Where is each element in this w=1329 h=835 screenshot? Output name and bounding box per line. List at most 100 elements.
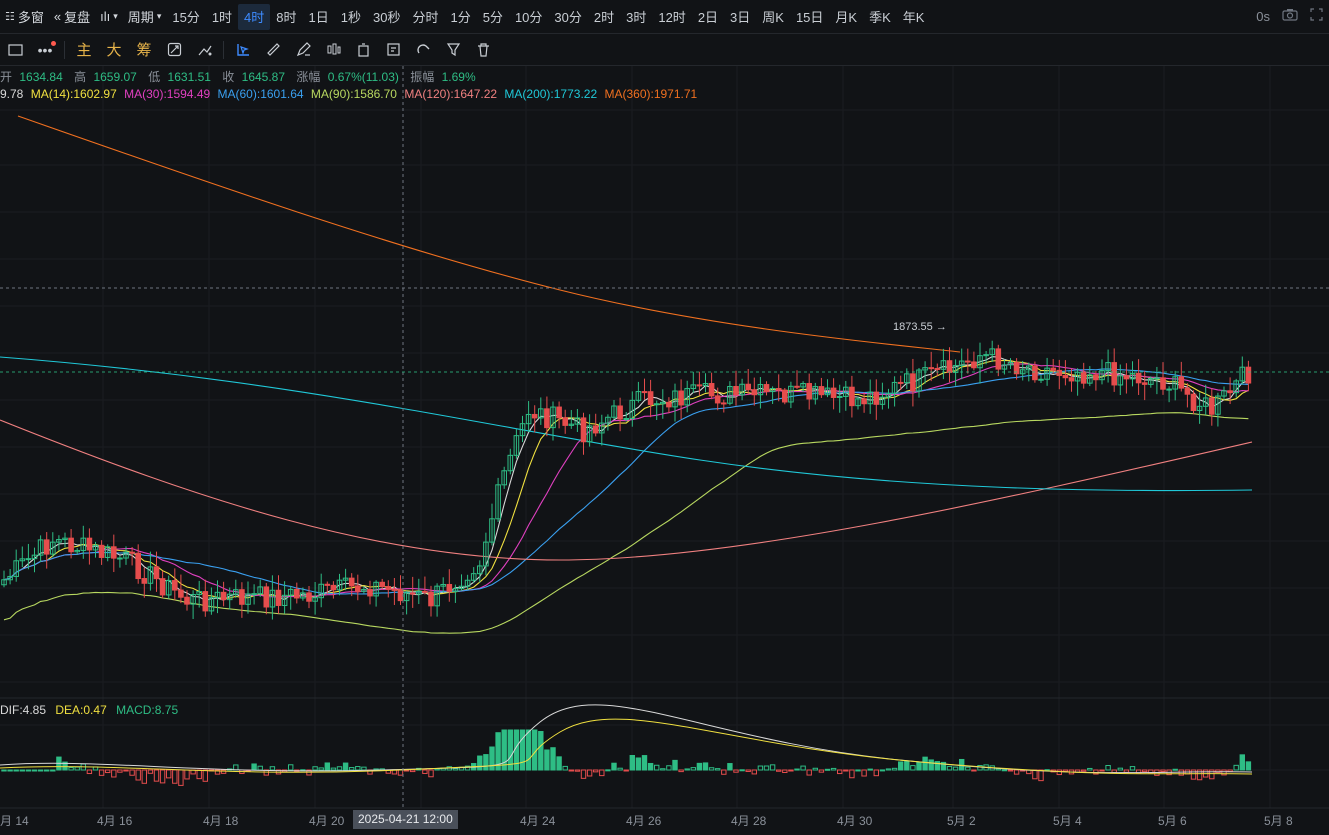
cursor-icon[interactable] <box>228 36 258 64</box>
candle-body <box>263 586 270 608</box>
timeframe-14[interactable]: 12时 <box>652 4 691 30</box>
timeframe-12[interactable]: 2时 <box>588 4 620 30</box>
fullscreen-icon[interactable] <box>1310 8 1323 24</box>
compare-icon[interactable] <box>159 36 189 64</box>
macd-bar <box>153 769 160 782</box>
period-label: 周期 <box>127 10 154 25</box>
candle-body <box>592 425 599 434</box>
chart-type-button[interactable]: ılı ▾ <box>95 4 123 30</box>
candle-body <box>239 589 245 605</box>
candle-body <box>385 586 392 590</box>
macd-bar <box>7 769 13 772</box>
macd-bar <box>544 749 550 771</box>
macd-bar <box>891 767 898 771</box>
macd-bar <box>105 769 111 774</box>
close-value: 收 1645.87 <box>222 70 289 84</box>
macd-bar <box>1123 769 1130 773</box>
trash-icon[interactable] <box>468 36 498 64</box>
note-icon[interactable] <box>378 36 408 64</box>
macd-bar <box>1233 764 1239 771</box>
candle-body <box>531 413 538 419</box>
timeframe-3[interactable]: 8时 <box>270 4 302 30</box>
ma120-line <box>0 419 1253 561</box>
candle-tool-icon[interactable] <box>318 36 348 64</box>
macd-bar <box>37 769 44 772</box>
candle-body <box>1166 388 1172 391</box>
timeframe-19[interactable]: 月K <box>829 4 863 30</box>
multi-window-label: 多窗 <box>17 10 44 25</box>
candle-body <box>1038 378 1044 381</box>
macd-bar <box>733 769 739 773</box>
timeframe-18[interactable]: 15日 <box>790 4 829 30</box>
macd-bar <box>422 769 428 774</box>
candle-body <box>129 551 135 554</box>
big-order-tag[interactable]: 大 <box>99 36 129 64</box>
candle-body <box>330 584 337 591</box>
timeframe-20[interactable]: 季K <box>863 4 897 30</box>
ma7-legend: 9.78 <box>0 87 24 101</box>
candlestick-chart[interactable] <box>0 0 1329 835</box>
timeframe-15[interactable]: 2日 <box>692 4 724 30</box>
timeframe-6[interactable]: 30秒 <box>367 4 406 30</box>
candle-body <box>1093 374 1099 381</box>
main-indicator-tag[interactable]: 主 <box>69 36 99 64</box>
layout-icon[interactable] <box>0 36 30 64</box>
macd-bar <box>666 765 672 771</box>
filter-icon[interactable] <box>438 36 468 64</box>
period-dropdown[interactable]: 周期 ▾ <box>123 4 167 30</box>
macd-bar <box>452 768 459 771</box>
timeframe-8[interactable]: 1分 <box>444 4 476 30</box>
timeframe-21[interactable]: 年K <box>897 4 931 30</box>
ruler-icon[interactable] <box>258 36 288 64</box>
macd-bar <box>599 769 605 777</box>
timeframe-17[interactable]: 周K <box>756 4 790 30</box>
candle-body <box>733 385 739 396</box>
divider <box>64 40 65 59</box>
macd-bar <box>824 768 831 771</box>
macd-bar <box>50 769 56 772</box>
timeframe-11[interactable]: 30分 <box>548 4 587 30</box>
macd-bar <box>995 768 1001 771</box>
candle-body <box>708 383 715 397</box>
amplitude-value: 振幅 1.69% <box>410 70 479 84</box>
timeframe-16[interactable]: 3日 <box>724 4 756 30</box>
chip-tag[interactable]: 筹 <box>129 36 159 64</box>
candle-body <box>379 581 385 588</box>
more-icon[interactable]: ••• <box>30 36 60 64</box>
delete-drawing-icon[interactable] <box>348 36 378 64</box>
macd-bar <box>641 755 648 771</box>
timeframe-13[interactable]: 3时 <box>620 4 652 30</box>
macd-bar <box>739 769 745 772</box>
camera-icon[interactable] <box>1282 8 1298 24</box>
pen-icon[interactable] <box>288 36 318 64</box>
macd-bar <box>86 769 93 775</box>
macd-bar <box>1245 761 1252 771</box>
multi-window-button[interactable]: ☷ 多窗 <box>0 4 49 30</box>
timeframe-4[interactable]: 1日 <box>303 4 335 30</box>
macd-bar <box>678 769 684 773</box>
macd-bar <box>702 762 709 771</box>
macd-bar <box>74 766 80 771</box>
macd-bar <box>788 769 794 772</box>
candle-body <box>721 402 727 405</box>
restore-button[interactable]: «复盘 <box>49 4 95 30</box>
timeframe-7[interactable]: 分时 <box>406 4 444 30</box>
timeframe-1[interactable]: 1时 <box>206 4 238 30</box>
timeframe-5[interactable]: 1秒 <box>335 4 367 30</box>
magnet-icon[interactable] <box>408 36 438 64</box>
candle-body <box>544 408 550 429</box>
open-label: 开 <box>0 70 13 84</box>
candle-body <box>653 403 660 406</box>
indicator-icon[interactable] <box>189 36 219 64</box>
dea-line <box>0 718 1253 775</box>
timeframe-9[interactable]: 5分 <box>477 4 509 30</box>
timeframe-0[interactable]: 15分 <box>166 4 205 30</box>
timeframe-10[interactable]: 10分 <box>509 4 548 30</box>
timeframe-2[interactable]: 4时 <box>238 3 271 30</box>
ma360-line <box>17 115 961 353</box>
chart-overlays <box>0 66 1329 808</box>
macd-bar <box>556 756 562 771</box>
candle-body <box>275 589 282 606</box>
dif-line <box>0 704 1253 774</box>
macd-bar <box>538 731 544 771</box>
